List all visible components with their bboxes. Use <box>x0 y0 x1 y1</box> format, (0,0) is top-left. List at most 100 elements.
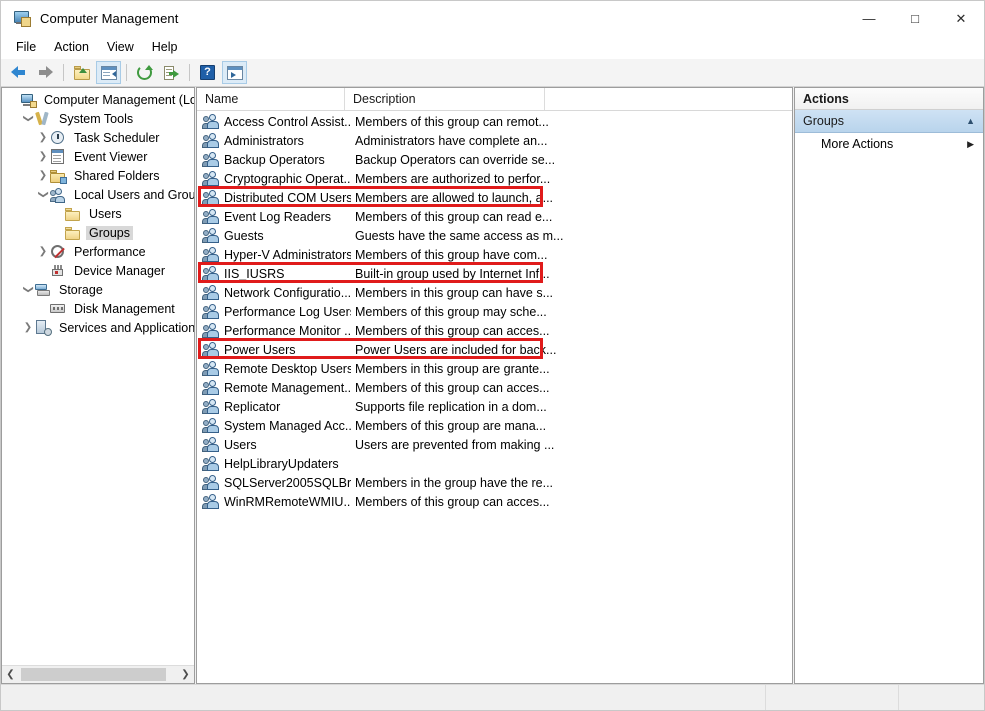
table-row[interactable]: System Managed Acc... Members of this gro… <box>197 416 792 435</box>
groups-list[interactable]: Access Control Assist... Members of this … <box>197 111 792 683</box>
tree-item-computer-management-local[interactable]: Computer Management (Local <box>2 90 194 109</box>
back-button[interactable] <box>6 61 31 84</box>
maximize-button[interactable]: □ <box>892 1 938 35</box>
chevron-down-icon[interactable]: ❯ <box>21 113 35 124</box>
table-row[interactable]: SQLServer2005SQLBro... Members in the gro… <box>197 473 792 492</box>
tree-item-performance[interactable]: ❯ Performance <box>2 242 194 261</box>
tree-item-event-viewer[interactable]: ❯ Event Viewer <box>2 147 194 166</box>
table-row[interactable]: HelpLibraryUpdaters <box>197 454 792 473</box>
back-arrow-icon <box>11 66 26 79</box>
group-name-cell: Backup Operators <box>224 152 325 167</box>
column-header-name[interactable]: Name <box>197 88 345 110</box>
refresh-button[interactable] <box>132 61 157 84</box>
tree-item-storage[interactable]: ❯ Storage <box>2 280 194 299</box>
scroll-left-button[interactable]: ❮ <box>2 666 19 683</box>
group-icon <box>202 114 219 129</box>
tree-item-local-users-and-groups[interactable]: ❯ Local Users and Groups <box>2 185 194 204</box>
table-row[interactable]: Distributed COM Users Members are allowed… <box>197 188 792 207</box>
tree-item-label: Task Scheduler <box>74 130 160 145</box>
action-pane-icon <box>226 65 243 80</box>
group-description-cell: Members in the group have the re... <box>355 475 554 490</box>
show-hide-action-pane-button[interactable] <box>222 61 247 84</box>
up-one-level-button[interactable] <box>69 61 94 84</box>
column-header-description[interactable]: Description <box>345 88 545 110</box>
chevron-right-icon[interactable]: ❯ <box>36 151 50 162</box>
chevron-up-icon[interactable]: ▲ <box>966 116 975 126</box>
menu-file[interactable]: File <box>7 37 45 57</box>
table-row[interactable]: Hyper-V Administrators Members of this gr… <box>197 245 792 264</box>
services-icon <box>35 319 52 336</box>
menu-help[interactable]: Help <box>143 37 187 57</box>
console-tree[interactable]: Computer Management (Local❯System Tools❯… <box>2 88 194 665</box>
chevron-down-icon[interactable]: ❯ <box>36 189 50 200</box>
toolbar: ? <box>1 59 984 87</box>
group-name-cell: Administrators <box>224 133 304 148</box>
tree-item-system-tools[interactable]: ❯ System Tools <box>2 109 194 128</box>
table-row[interactable]: Cryptographic Operat... Members are autho… <box>197 169 792 188</box>
toolbar-separator-3 <box>189 64 190 81</box>
tree-item-label: Shared Folders <box>74 168 160 183</box>
scroll-thumb[interactable] <box>21 668 166 681</box>
minimize-button[interactable]: — <box>846 1 892 35</box>
group-icon <box>202 437 219 452</box>
table-row[interactable]: IIS_IUSRS Built-in group used by Internet… <box>197 264 792 283</box>
tree-item-label: Disk Management <box>74 301 175 316</box>
refresh-icon <box>137 65 153 80</box>
group-description-cell: Power Users are included for back... <box>355 342 557 357</box>
column-header-filler <box>545 88 792 110</box>
table-row[interactable]: Network Configuratio... Members in this g… <box>197 283 792 302</box>
tree-item-groups[interactable]: Groups <box>2 223 194 242</box>
table-row[interactable]: Guests Guests have the same access as m..… <box>197 226 792 245</box>
table-row[interactable]: Access Control Assist... Members of this … <box>197 112 792 131</box>
export-list-button[interactable] <box>159 61 184 84</box>
computer-management-window: Computer Management — □ ✕ File Action Vi… <box>0 0 985 711</box>
table-row[interactable]: Performance Log Users Members of this gro… <box>197 302 792 321</box>
group-description-cell: Users are prevented from making ... <box>355 437 555 452</box>
table-row[interactable]: WinRMRemoteWMIU... Members of this group … <box>197 492 792 511</box>
forward-button[interactable] <box>33 61 58 84</box>
tree-item-disk-management[interactable]: Disk Management <box>2 299 194 318</box>
menu-action[interactable]: Action <box>45 37 98 57</box>
tree-item-shared-folders[interactable]: ❯ Shared Folders <box>2 166 194 185</box>
show-hide-console-tree-button[interactable] <box>96 61 121 84</box>
chevron-right-icon[interactable]: ❯ <box>21 322 35 333</box>
chevron-right-icon[interactable]: ❯ <box>36 170 50 181</box>
tree-item-device-manager[interactable]: Device Manager <box>2 261 194 280</box>
window-controls: — □ ✕ <box>846 1 984 35</box>
help-button[interactable]: ? <box>195 61 220 84</box>
group-name-cell: Performance Monitor ... <box>224 323 351 338</box>
table-row[interactable]: Power Users Power Users are included for … <box>197 340 792 359</box>
table-row[interactable]: Users Users are prevented from making ... <box>197 435 792 454</box>
chevron-down-icon[interactable]: ❯ <box>21 284 35 295</box>
shared-folders-icon <box>50 168 67 184</box>
folder-icon <box>65 225 82 241</box>
group-name-cell: Guests <box>224 228 264 243</box>
tree-item-users[interactable]: Users <box>2 204 194 223</box>
table-row[interactable]: Remote Management... Members of this grou… <box>197 378 792 397</box>
group-icon <box>202 342 219 357</box>
tree-horizontal-scrollbar[interactable]: ❮ ❯ <box>2 665 194 683</box>
group-icon <box>202 247 219 262</box>
group-icon <box>202 475 219 490</box>
scroll-right-button[interactable]: ❯ <box>177 666 194 683</box>
table-row[interactable]: Backup Operators Backup Operators can ove… <box>197 150 792 169</box>
tree-item-services-and-applications[interactable]: ❯ Services and Applications <box>2 318 194 337</box>
tree-item-task-scheduler[interactable]: ❯ Task Scheduler <box>2 128 194 147</box>
chevron-right-icon[interactable]: ❯ <box>36 246 50 257</box>
menu-view[interactable]: View <box>98 37 143 57</box>
chevron-right-icon[interactable]: ❯ <box>36 132 50 143</box>
table-row[interactable]: Replicator Supports file replication in a… <box>197 397 792 416</box>
table-row[interactable]: Event Log Readers Members of this group c… <box>197 207 792 226</box>
table-row[interactable]: Remote Desktop Users Members in this grou… <box>197 359 792 378</box>
group-name-cell: Access Control Assist... <box>224 114 351 129</box>
group-description-cell: Administrators have complete an... <box>355 133 548 148</box>
table-row[interactable]: Performance Monitor ... Members of this g… <box>197 321 792 340</box>
table-row[interactable]: Administrators Administrators have comple… <box>197 131 792 150</box>
actions-group-header[interactable]: Groups ▲ <box>795 110 983 133</box>
group-description-cell: Members in this group can have s... <box>355 285 554 300</box>
scroll-track[interactable] <box>19 666 177 683</box>
list-column-headers: Name Description <box>197 88 792 111</box>
action-more-actions[interactable]: More Actions ▶ <box>795 133 983 155</box>
group-icon <box>202 285 219 300</box>
close-button[interactable]: ✕ <box>938 1 984 35</box>
